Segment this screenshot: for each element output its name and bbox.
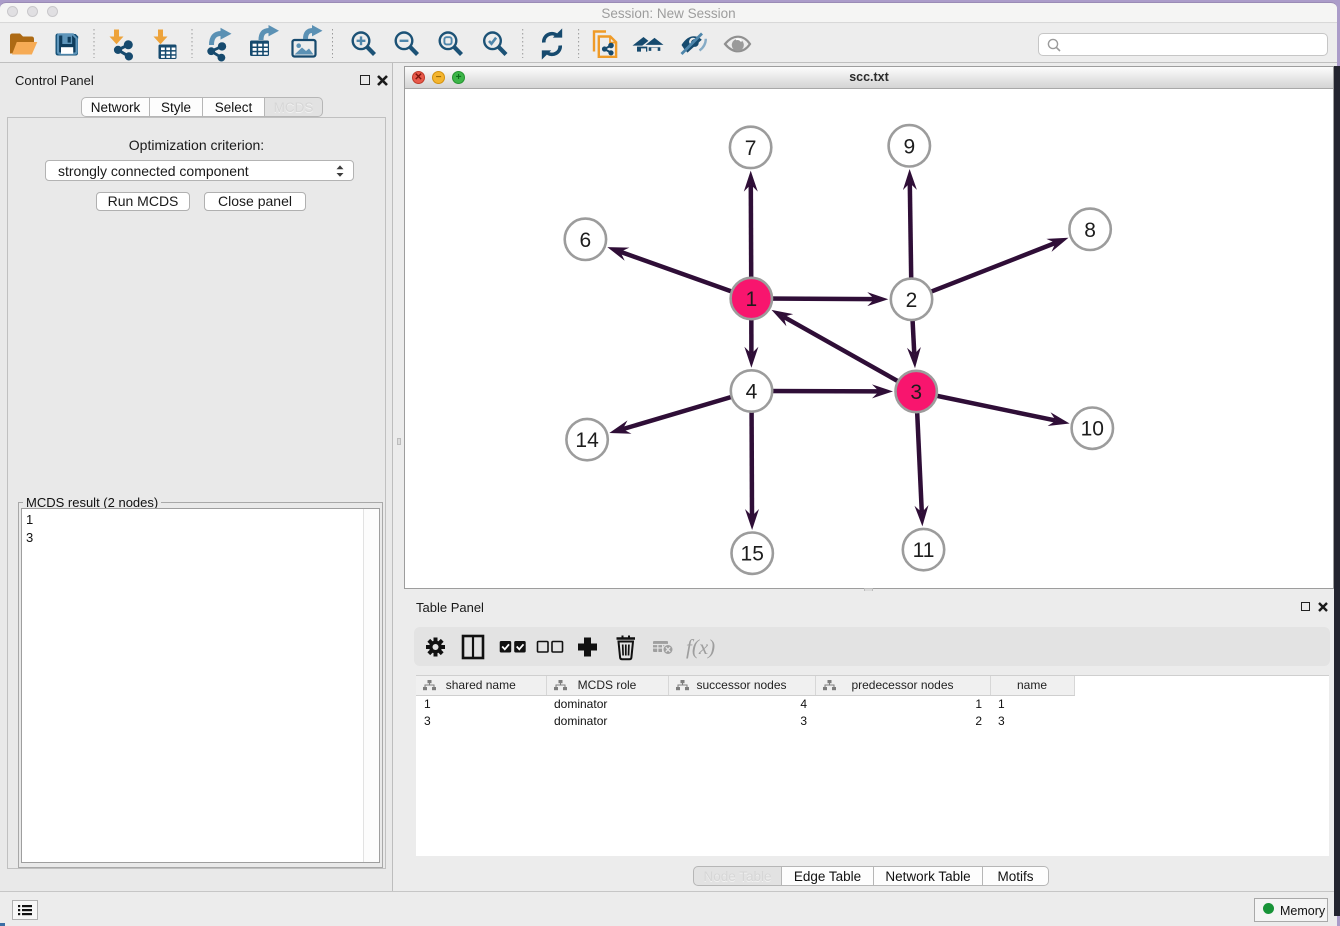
svg-text:2: 2 (906, 289, 918, 312)
svg-text:6: 6 (580, 229, 592, 252)
svg-text:14: 14 (575, 429, 599, 452)
svg-text:3: 3 (910, 381, 922, 404)
svg-text:11: 11 (913, 539, 935, 562)
svg-text:15: 15 (741, 543, 764, 566)
svg-text:f(x): f(x) (686, 635, 715, 659)
svg-text:4: 4 (746, 381, 758, 404)
svg-text:8: 8 (1084, 219, 1096, 242)
svg-text:10: 10 (1081, 418, 1104, 441)
svg-text:9: 9 (903, 135, 915, 158)
svg-text:1: 1 (745, 288, 757, 311)
svg-text:7: 7 (745, 137, 757, 160)
